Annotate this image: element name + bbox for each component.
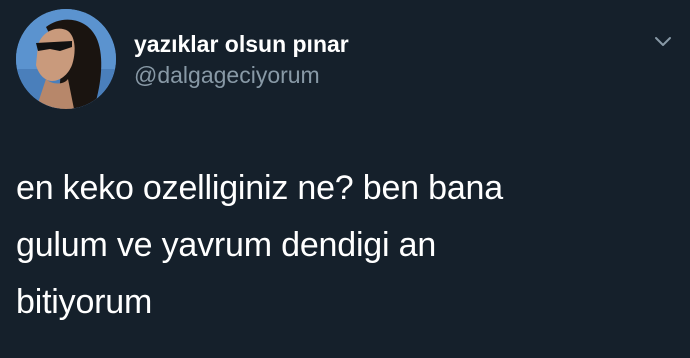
tweet-text-line: gulum ve yavrum dendigi an [16,226,437,264]
tweet-text: en keko ozelliginiz ne? ben bana gulum v… [16,160,656,331]
user-handle[interactable]: @dalgageciyorum [134,60,349,90]
profile-photo-icon [16,9,116,109]
tweet-text-line: en keko ozelliginiz ne? ben bana [16,169,503,207]
display-name[interactable]: yazıklar olsun pınar [134,30,349,58]
tweet-text-line: bitiyorum [16,283,153,321]
avatar[interactable] [16,9,116,109]
chevron-down-icon [655,37,671,46]
tweet-author[interactable]: yazıklar olsun pınar @dalgageciyorum [134,30,349,90]
tweet-menu-button[interactable] [651,30,675,54]
tweet-card: yazıklar olsun pınar @dalgageciyorum en … [0,0,690,358]
